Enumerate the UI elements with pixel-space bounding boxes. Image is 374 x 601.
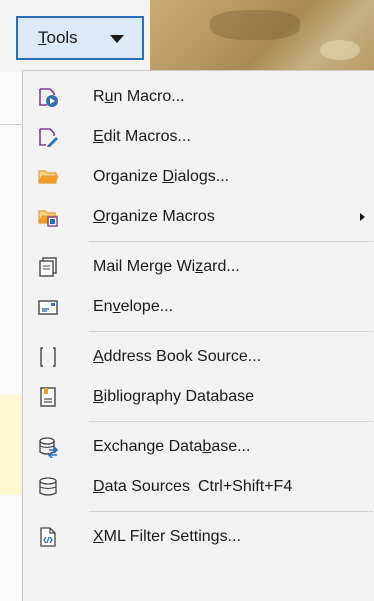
dropdown-arrow-icon xyxy=(110,35,124,43)
menu-item-bibliography-database[interactable]: Bibliography Database xyxy=(23,377,374,417)
menu-separator xyxy=(89,421,373,422)
edit-macros-icon xyxy=(37,126,59,148)
menu-item-address-book-source[interactable]: Address Book Source... xyxy=(23,337,374,377)
menu-item-exchange-database[interactable]: Exchange Database... xyxy=(23,427,374,467)
address-book-icon xyxy=(37,346,59,368)
menu-item-edit-macros[interactable]: Edit Macros... xyxy=(23,117,374,157)
menu-item-label: Edit Macros... xyxy=(93,128,191,145)
background-document xyxy=(0,72,22,601)
menu-item-label: Exchange Database... xyxy=(93,438,251,455)
exchange-database-icon xyxy=(37,436,59,458)
menu-item-shortcut: Ctrl+Shift+F4 xyxy=(197,478,293,495)
menu-item-xml-filter-settings[interactable]: XML Filter Settings... xyxy=(23,517,374,557)
menu-item-organize-macros[interactable]: Organize Macros xyxy=(23,197,374,237)
tools-dropdown-menu: Run Macro... Edit Macros... Organize Dia… xyxy=(22,70,374,601)
menu-item-label: Address Book Source... xyxy=(93,348,262,365)
folder-icon xyxy=(37,166,59,188)
menu-item-label: Envelope... xyxy=(93,298,174,315)
bibliography-icon xyxy=(37,386,59,408)
menu-item-run-macro[interactable]: Run Macro... xyxy=(23,77,374,117)
tools-menu-button[interactable]: Tools xyxy=(16,16,144,60)
organize-macros-icon xyxy=(37,206,59,228)
menu-item-label: Run Macro... xyxy=(93,88,185,105)
data-sources-icon xyxy=(37,476,59,498)
background-document-image xyxy=(150,0,374,72)
menu-separator xyxy=(89,331,373,332)
envelope-icon xyxy=(37,296,59,318)
menu-separator xyxy=(89,241,373,242)
menu-item-mail-merge-wizard[interactable]: Mail Merge Wizard... xyxy=(23,247,374,287)
xml-filter-icon xyxy=(37,526,59,548)
background-ruler-line xyxy=(0,124,22,125)
background-highlight xyxy=(0,395,22,495)
submenu-arrow-icon xyxy=(360,213,365,221)
menu-item-label: XML Filter Settings... xyxy=(93,528,241,545)
menu-separator xyxy=(89,511,373,512)
tools-menu-label: Tools xyxy=(38,28,78,47)
menu-item-label: Data Sources Ctrl+Shift+F4 xyxy=(93,478,293,495)
menu-item-label: Mail Merge Wizard... xyxy=(93,258,240,275)
menu-item-envelope[interactable]: Envelope... xyxy=(23,287,374,327)
menu-item-label: Bibliography Database xyxy=(93,388,254,405)
menu-item-label: Organize Dialogs... xyxy=(93,168,230,185)
menu-item-data-sources[interactable]: Data Sources Ctrl+Shift+F4 xyxy=(23,467,374,507)
menu-item-organize-dialogs[interactable]: Organize Dialogs... xyxy=(23,157,374,197)
mail-merge-icon xyxy=(37,256,59,278)
menu-item-label: Organize Macros xyxy=(93,208,215,225)
run-macro-icon xyxy=(37,86,59,108)
